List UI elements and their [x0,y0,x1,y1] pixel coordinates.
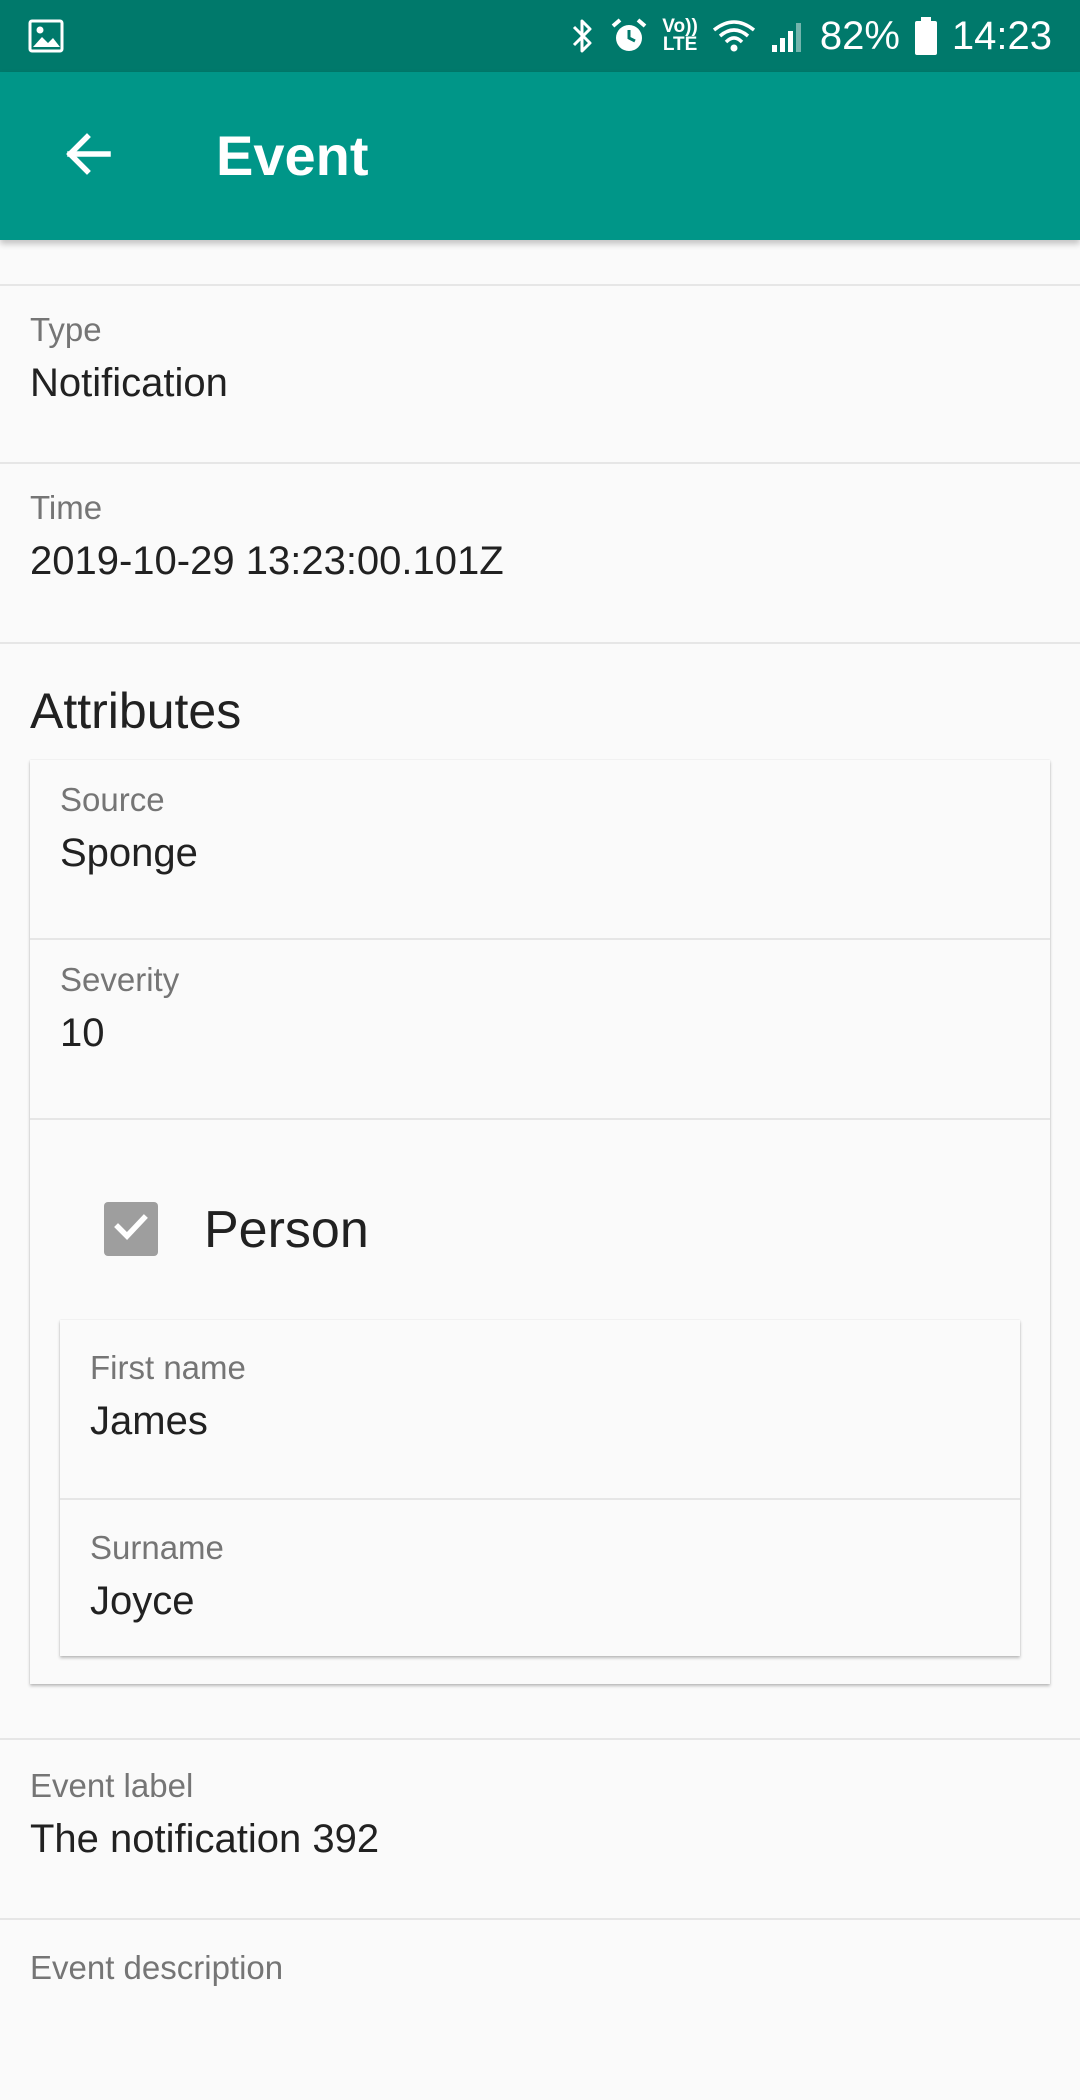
signal-icon [770,19,806,53]
surname-field: Surname Joyce [60,1500,1020,1656]
battery-percent: 82% [819,13,900,58]
list-divider [0,240,1080,286]
back-button[interactable] [40,108,136,204]
time-value: 2019-10-29 13:23:00.101Z [30,539,504,583]
event-description-label: Event description [30,1949,284,1986]
person-header: Person [30,1120,1050,1320]
attributes-title: Attributes [30,683,242,739]
type-value: Notification [30,361,228,405]
source-value: Sponge [60,831,198,875]
bluetooth-icon [570,17,596,55]
event-details: Type Notification Time 2019-10-29 13:23:… [0,240,1080,2100]
person-label: Person [204,1201,369,1259]
source-label: Source [60,781,165,818]
first-name-field: First name James [60,1320,1020,1500]
person-checkbox[interactable] [104,1202,158,1256]
type-label: Type [30,311,102,348]
volte-lte-icon: Vo)) LTE [662,17,698,55]
time-label: Time [30,489,103,526]
event-label-label: Event label [30,1767,194,1804]
surname-label: Surname [90,1529,224,1566]
severity-value: 10 [60,1011,105,1055]
time-field: Time 2019-10-29 13:23:00.101Z [0,464,1080,644]
page-title: Event [216,124,369,187]
person-card: First name James Surname Joyce [60,1320,1020,1656]
alarm-icon [610,17,648,55]
severity-field: Severity 10 [30,940,1050,1120]
arrow-back-icon [62,128,114,185]
person-group: Person First name James Surname Joyce [30,1120,1050,1684]
list-divider [0,1684,1080,1740]
event-description-field: Event description [0,1920,1080,2100]
app-bar: Event [0,72,1080,240]
event-label-value: The notification 392 [30,1817,380,1861]
image-icon [28,18,64,54]
check-icon [111,1207,151,1252]
first-name-label: First name [90,1349,246,1386]
attributes-card: Source Sponge Severity 10 Person First n… [30,760,1050,1684]
first-name-value: James [90,1399,208,1443]
type-field: Type Notification [0,286,1080,464]
event-label-field: Event label The notification 392 [0,1740,1080,1920]
severity-label: Severity [60,961,180,998]
surname-value: Joyce [90,1579,195,1623]
battery-icon [914,16,938,56]
lte-label: LTE [662,34,698,55]
status-bar: Vo)) LTE 82% 14:23 [0,0,1080,72]
status-time: 14:23 [951,13,1052,58]
wifi-icon [712,18,756,54]
source-field: Source Sponge [30,760,1050,940]
